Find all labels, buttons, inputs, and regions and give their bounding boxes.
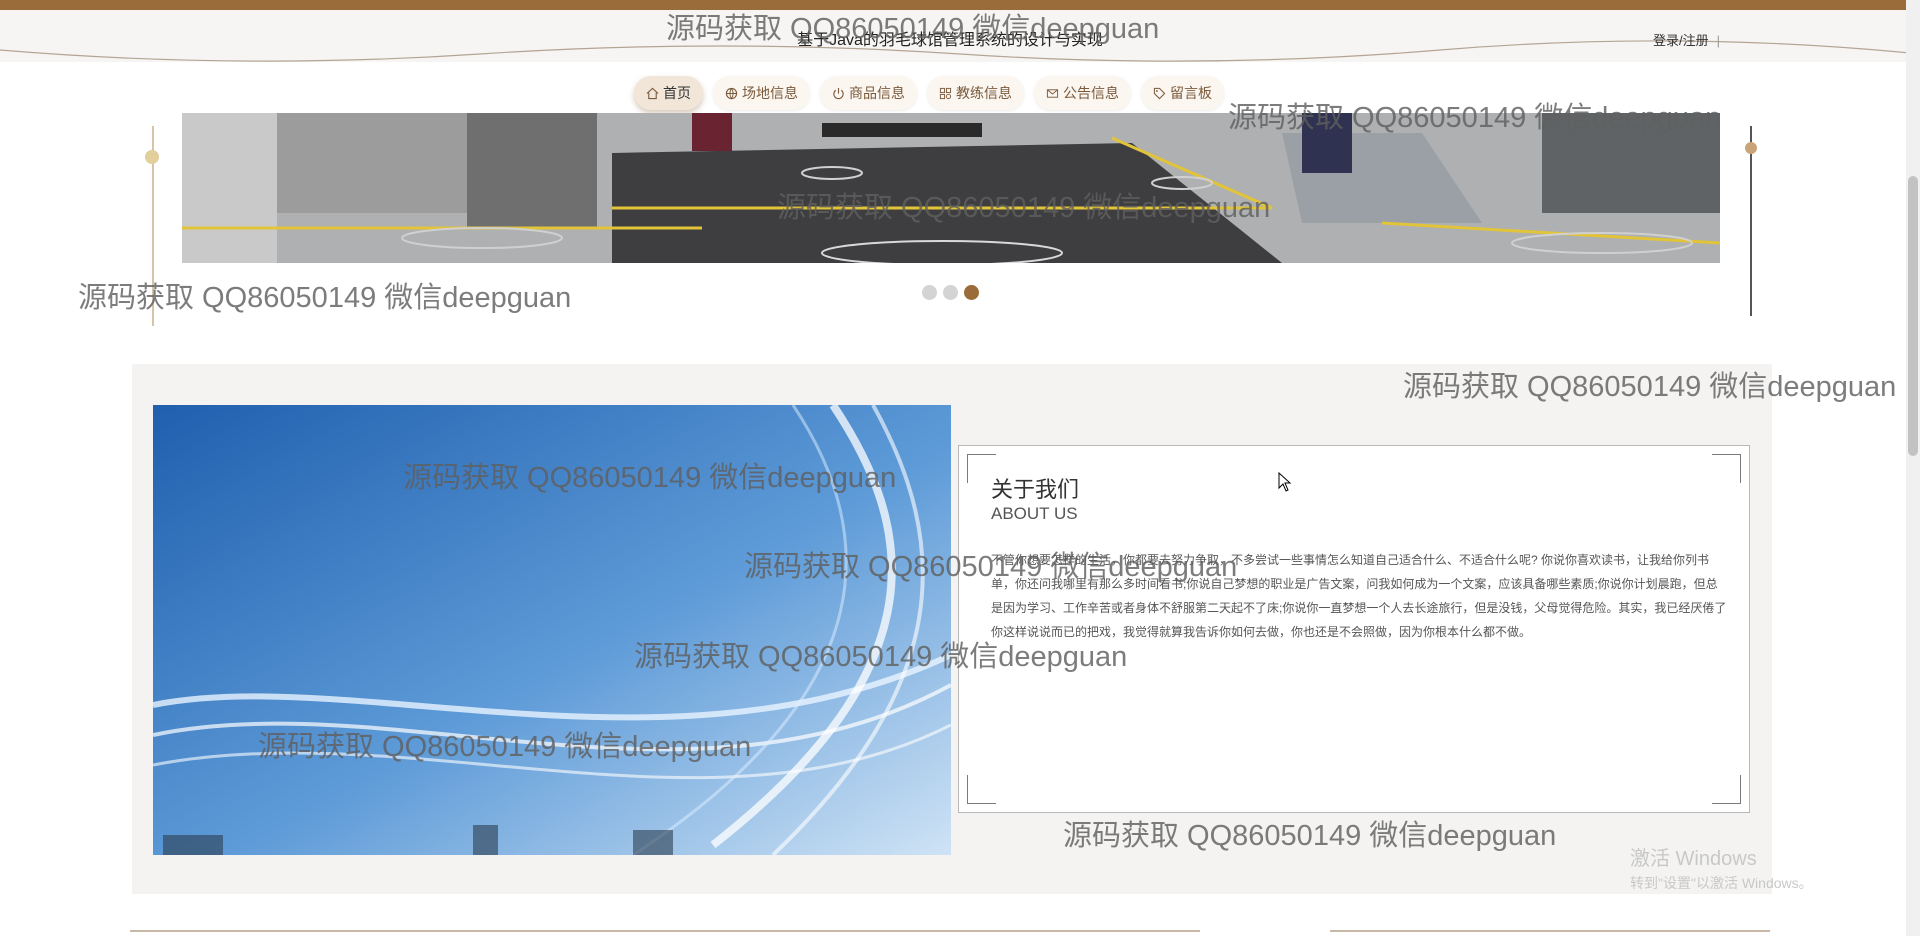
- nav-item-products[interactable]: 商品信息: [820, 76, 917, 110]
- nav-label: 首页: [663, 85, 691, 101]
- about-subtitle: ABOUT US: [991, 504, 1078, 523]
- nav-label: 商品信息: [849, 85, 905, 101]
- auth-separator: |: [1716, 33, 1720, 48]
- nav-label: 场地信息: [742, 85, 798, 101]
- scrollbar-thumb[interactable]: [1908, 176, 1918, 456]
- login-register-label[interactable]: 登录/注册: [1653, 33, 1709, 48]
- nav-item-message-board[interactable]: 留言板: [1141, 76, 1224, 110]
- watermark-text: 源码获取 QQ86050149 微信deepguan: [744, 551, 1238, 583]
- nav-label: 教练信息: [956, 85, 1012, 101]
- carousel-dot-2[interactable]: [943, 285, 958, 300]
- watermark-text: 源码获取 QQ86050149 微信deepguan: [777, 192, 1271, 224]
- next-section-border: [130, 930, 1200, 932]
- grid-icon: [939, 87, 952, 99]
- watermark-text: 源码获取 QQ86050149 微信deepguan: [1063, 820, 1557, 852]
- activation-line-2: 转到"设置"以激活 Windows。: [1630, 875, 1813, 891]
- banner-right-decoration: [1750, 126, 1752, 316]
- mail-icon: [1046, 88, 1059, 98]
- nav-item-coaches[interactable]: 教练信息: [927, 76, 1024, 110]
- mouse-cursor-icon: [1278, 472, 1292, 492]
- main-nav: 首页 场地信息 商品信息 教练信息 公告信息 留言板: [634, 76, 1224, 110]
- about-title: 关于我们: [991, 477, 1080, 502]
- corner-decoration: [1712, 775, 1741, 804]
- power-icon: [833, 87, 844, 99]
- nav-item-announcements[interactable]: 公告信息: [1034, 76, 1131, 110]
- about-card: 关于我们 ABOUT US 不管你想要怎样的生活，你都要去努力争取，不多尝试一些…: [958, 445, 1750, 813]
- home-icon: [646, 87, 659, 99]
- banner-right-ornament: [1745, 142, 1757, 154]
- carousel-indicators: [922, 285, 979, 300]
- activation-line-1: 激活 Windows: [1630, 848, 1757, 870]
- watermark-text: 源码获取 QQ86050149 微信deepguan: [258, 731, 752, 763]
- carousel-dot-1[interactable]: [922, 285, 937, 300]
- watermark-text: 源码获取 QQ86050149 微信deepguan: [403, 462, 897, 494]
- corner-decoration: [1712, 454, 1741, 483]
- login-register-link[interactable]: 登录/注册 |: [1653, 30, 1720, 49]
- nav-item-home[interactable]: 首页: [634, 76, 703, 110]
- watermark-text: 源码获取 QQ86050149 微信deepguan: [78, 282, 572, 314]
- carousel-dot-3[interactable]: [964, 285, 979, 300]
- globe-icon: [725, 87, 738, 99]
- banner-left-ornament: [145, 150, 159, 164]
- nav-label: 留言板: [1170, 85, 1212, 101]
- corner-decoration: [967, 775, 996, 804]
- windows-activation-watermark: 激活 Windows 转到"设置"以激活 Windows。: [1630, 842, 1813, 893]
- watermark-text: 源码获取 QQ86050149 微信deepguan: [634, 641, 1128, 673]
- watermark-text: 源码获取 QQ86050149 微信deepguan: [1403, 371, 1897, 403]
- watermark-text: 源码获取 QQ86050149 微信deepguan: [1228, 102, 1722, 134]
- tag-icon: [1153, 87, 1166, 99]
- next-section-border: [1330, 930, 1770, 932]
- nav-label: 公告信息: [1063, 85, 1119, 101]
- nav-item-venue[interactable]: 场地信息: [713, 76, 810, 110]
- page-scrollbar[interactable]: [1906, 0, 1920, 936]
- watermark-text: 源码获取 QQ86050149 微信deepguan: [666, 13, 1160, 45]
